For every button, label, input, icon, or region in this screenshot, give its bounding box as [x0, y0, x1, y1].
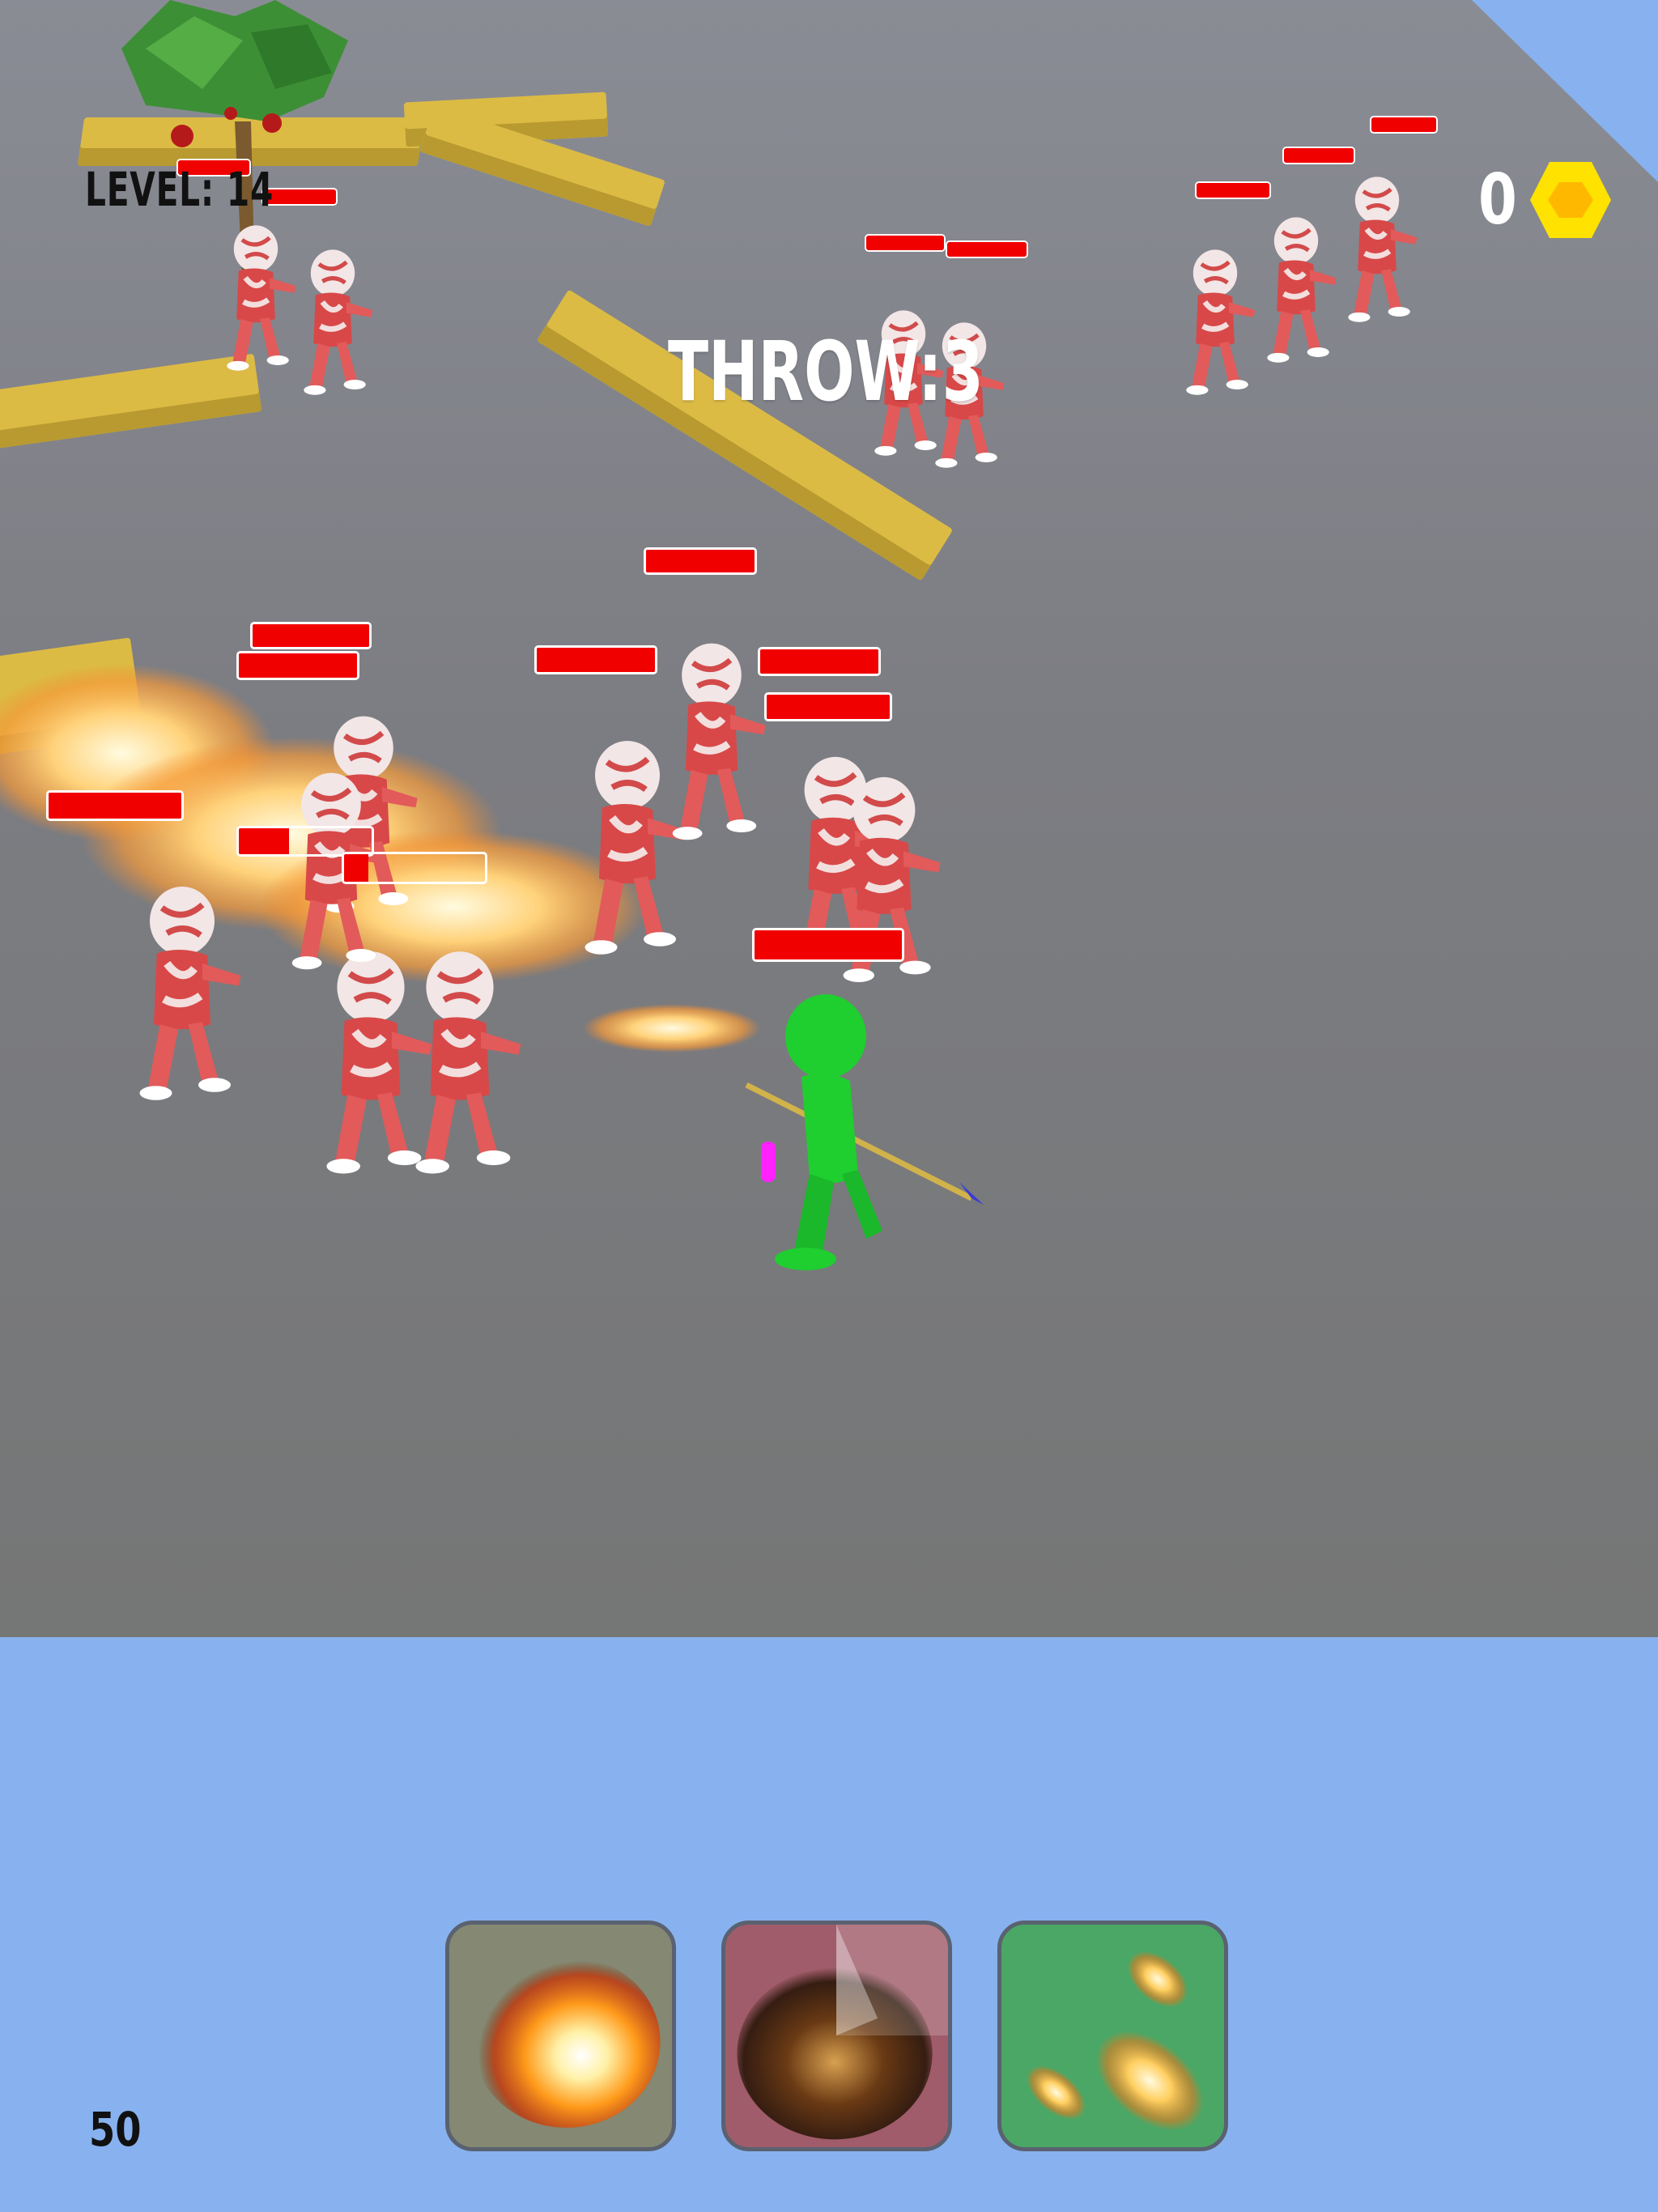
wall	[0, 637, 144, 755]
bottom-counter: 50	[89, 2102, 142, 2157]
health-bar	[46, 790, 184, 821]
zombie-enemy[interactable]	[121, 883, 243, 1105]
health-bar	[1195, 181, 1271, 199]
zombie-enemy[interactable]	[1255, 215, 1337, 366]
meteor-shower-icon	[1026, 1950, 1205, 2131]
game-arena[interactable]: LEVEL: 14 THROW:3 0	[0, 0, 1658, 1637]
health-bar	[250, 622, 372, 649]
coin-icon	[1529, 162, 1611, 238]
health-bar	[1370, 116, 1438, 134]
health-bar	[236, 651, 359, 680]
health-bar	[342, 852, 487, 884]
level-indicator: LEVEL: 14	[85, 162, 274, 217]
zombie-enemy[interactable]	[215, 223, 297, 374]
zombie-enemy[interactable]	[656, 640, 767, 844]
fireball-icon	[472, 1955, 661, 2128]
health-bar	[758, 647, 881, 676]
meteor-shower-skill-button[interactable]	[997, 1921, 1228, 2151]
meteor-icon	[737, 1925, 948, 2140]
health-bar	[946, 240, 1028, 258]
zombie-enemy[interactable]	[1174, 247, 1256, 398]
player-character	[745, 994, 984, 1270]
zombie-enemy[interactable]	[397, 947, 523, 1179]
fireball-skill-button[interactable]	[445, 1921, 676, 2151]
health-bar	[764, 692, 892, 721]
coin-count: 0	[1477, 160, 1517, 240]
health-bar	[1282, 147, 1355, 164]
health-bar	[644, 547, 757, 575]
throw-counter: THROW:3	[668, 324, 984, 420]
zombie-enemy[interactable]	[291, 247, 374, 398]
health-bar	[534, 645, 657, 674]
health-bar	[752, 928, 904, 962]
zombie-enemy[interactable]	[1336, 174, 1418, 325]
health-bar	[865, 234, 946, 252]
sky-corner	[1472, 0, 1658, 182]
meteor-skill-button[interactable]	[721, 1921, 952, 2151]
coin-display: 0	[1473, 158, 1613, 242]
